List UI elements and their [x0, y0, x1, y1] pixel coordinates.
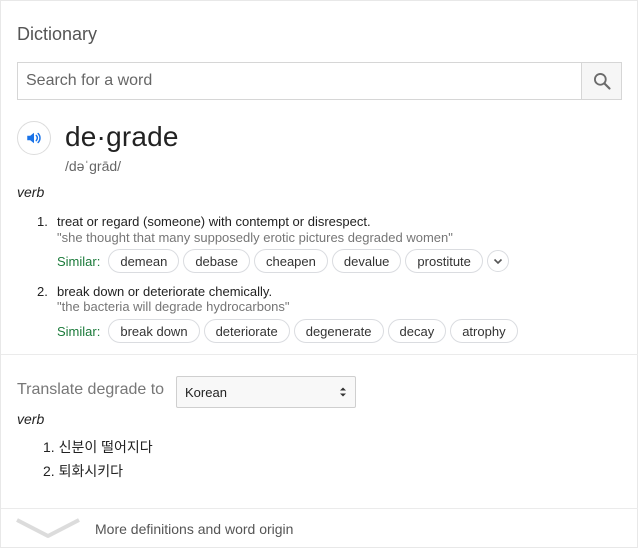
- translation-text: 퇴화시키다: [58, 463, 123, 479]
- similar-row: Similar: demean debase cheapen devalue p…: [57, 249, 509, 273]
- similar-chip-break-down[interactable]: break down: [108, 319, 200, 343]
- similar-row: Similar: break down deteriorate degenera…: [57, 319, 522, 343]
- sense-example: "she thought that many supposedly erotic…: [57, 230, 453, 245]
- translate-part-of-speech: verb: [17, 411, 45, 427]
- similar-chip-decay[interactable]: decay: [387, 319, 447, 343]
- translation-number: 1.: [43, 439, 55, 455]
- similar-label: Similar:: [57, 323, 101, 339]
- sense-example: "the bacteria will degrade hydrocarbons": [57, 299, 290, 314]
- dictionary-card: Dictionary de·grade /dəˈɡrād/ verb 1. tr…: [0, 0, 638, 548]
- search-icon: [593, 73, 611, 90]
- translate-label: Translate degrade to: [17, 381, 165, 398]
- translation-item: 1. 신분이 떨어지다: [43, 437, 153, 457]
- dictionary-title: Dictionary: [17, 24, 98, 44]
- part-of-speech: verb: [17, 184, 45, 200]
- sense-number: 1.: [37, 214, 48, 229]
- language-select-value: Korean: [185, 384, 227, 400]
- sense-definition: treat or regard (someone) with contempt …: [57, 214, 371, 229]
- similar-chip-degenerate[interactable]: degenerate: [293, 319, 384, 343]
- translation-text: 신분이 떨어지다: [58, 439, 153, 455]
- sense-number: 2.: [37, 284, 48, 299]
- footer-divider: [1, 508, 638, 509]
- phonetic: /dəˈɡrād/: [65, 158, 122, 174]
- headword: de·grade: [65, 121, 179, 152]
- pronunciation-button[interactable]: [17, 121, 51, 155]
- expand-chevron-icon[interactable]: [15, 516, 81, 542]
- similar-chip-devalue[interactable]: devalue: [331, 249, 402, 273]
- search-box: [17, 62, 622, 100]
- similar-label: Similar:: [57, 253, 101, 269]
- translation-item: 2. 퇴화시키다: [43, 461, 123, 481]
- search-button[interactable]: [581, 63, 621, 99]
- section-divider: [1, 354, 638, 355]
- sense-definition: break down or deteriorate chemically.: [57, 284, 273, 299]
- similar-chip-prostitute[interactable]: prostitute: [405, 249, 483, 273]
- more-definitions-link[interactable]: More definitions and word origin: [95, 521, 293, 537]
- speaker-icon: [27, 132, 41, 144]
- similar-chip-deteriorate[interactable]: deteriorate: [203, 319, 290, 343]
- translation-number: 2.: [43, 463, 55, 479]
- similar-chip-debase[interactable]: debase: [183, 249, 250, 273]
- similar-chip-demean[interactable]: demean: [108, 249, 180, 273]
- language-select[interactable]: Korean: [176, 376, 356, 408]
- similar-chip-atrophy[interactable]: atrophy: [450, 319, 518, 343]
- select-arrows-icon: [340, 387, 346, 397]
- expand-similar-button[interactable]: [486, 250, 509, 272]
- similar-chip-cheapen[interactable]: cheapen: [253, 249, 328, 273]
- search-input[interactable]: [18, 63, 581, 99]
- chevron-down-icon: [493, 258, 502, 265]
